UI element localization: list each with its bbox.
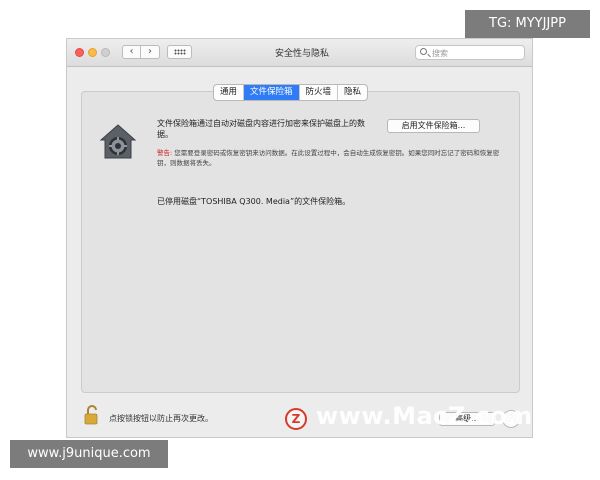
tab-filevault[interactable]: 文件保险箱 [244, 85, 300, 100]
back-button[interactable]: ‹ [122, 45, 141, 59]
watermark-site-text: www.MacZ.com [316, 402, 533, 430]
tab-firewall[interactable]: 防火墙 [300, 85, 339, 100]
title-bar: ‹ › 安全性与隐私 搜索 [67, 39, 532, 67]
grid-icon [174, 49, 186, 55]
search-icon [420, 48, 427, 55]
chevron-right-icon: › [148, 46, 152, 57]
filevault-house-icon [99, 124, 137, 159]
filevault-description: 文件保险箱通过自动对磁盘内容进行加密来保护磁盘上的数据。 [157, 119, 365, 139]
warning-text: 您需要登录密码或恢复密钥来访问数据。在此设置过程中，会自动生成恢复密钥。如果您同… [157, 149, 500, 167]
tab-privacy[interactable]: 隐私 [338, 85, 367, 100]
lock-icon[interactable] [83, 404, 103, 426]
watermark-top-right: TG: MYYJJPP [465, 10, 590, 38]
minimize-button[interactable] [88, 48, 97, 57]
watermark-logo-icon: Z [285, 408, 307, 430]
zoom-button[interactable] [101, 48, 110, 57]
search-field[interactable]: 搜索 [415, 45, 525, 60]
lock-hint-text: 点按锁按钮以防止再次更改。 [109, 414, 213, 423]
warning-message: 警告: 您需要登录密码或恢复密钥来访问数据。在此设置过程中，会自动生成恢复密钥。… [157, 149, 502, 168]
tab-general[interactable]: 通用 [214, 85, 245, 100]
close-button[interactable] [75, 48, 84, 57]
enable-filevault-button[interactable]: 启用文件保险箱... [387, 119, 480, 133]
show-all-button[interactable] [167, 45, 192, 59]
window-title: 安全性与隐私 [274, 49, 329, 59]
forward-button[interactable]: › [141, 45, 160, 59]
preferences-window: ‹ › 安全性与隐私 搜索 通用 文件保险箱 防火墙 隐私 文件保险箱通过自动对… [66, 38, 533, 438]
filevault-status: 已停用磁盘“TOSHIBA Q300. Media”的文件保险箱。 [157, 197, 351, 206]
chevron-left-icon: ‹ [129, 46, 134, 57]
watermark-bottom-left: www.j9unique.com [10, 440, 168, 468]
search-placeholder: 搜索 [432, 49, 448, 58]
tab-bar: 通用 文件保险箱 防火墙 隐私 [213, 84, 369, 101]
warning-label: 警告: [157, 149, 173, 157]
